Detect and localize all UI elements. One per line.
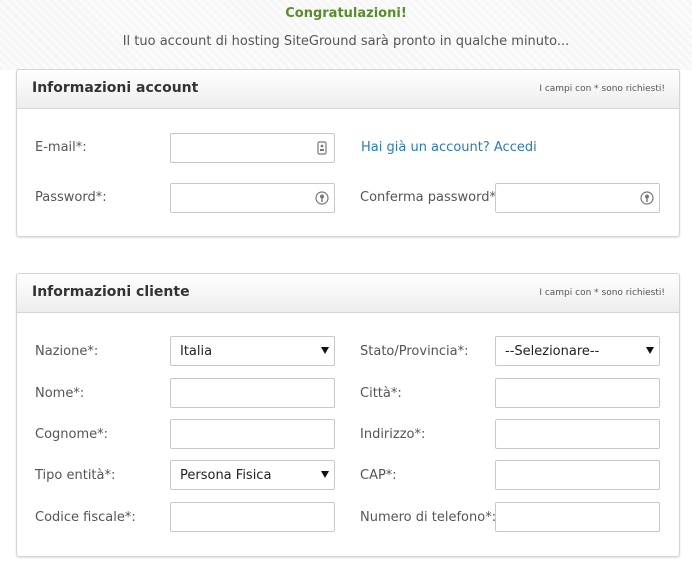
account-ready-message: Il tuo account di hosting SiteGround sar… — [122, 34, 570, 49]
codice-fiscale-label: Codice fiscale*: — [35, 510, 136, 525]
panel-header: Informazioni account I campi con * sono … — [17, 70, 679, 109]
stato-provincia-label: Stato/Provincia*: — [360, 344, 469, 359]
selected-value: --Selezionare-- — [505, 344, 600, 359]
nome-label: Nome*: — [35, 386, 85, 401]
nazione-label: Nazione*: — [35, 344, 99, 359]
cognome-field[interactable] — [170, 419, 335, 449]
stato-provincia-select[interactable]: --Selezionare-- — [495, 336, 660, 366]
confirm-password-label: Conferma password*: — [360, 190, 501, 205]
password-key-icon — [315, 191, 329, 205]
required-fields-note: I campi con * sono richiesti! — [539, 84, 665, 94]
nome-field[interactable] — [170, 378, 335, 408]
selected-value: Italia — [180, 344, 213, 359]
tipo-entita-select[interactable]: Persona Fisica — [170, 460, 335, 490]
cap-field[interactable] — [495, 460, 660, 490]
customer-info-panel: Informazioni cliente I campi con * sono … — [16, 273, 680, 557]
congratulations-title: Congratulazioni! — [285, 6, 407, 21]
indirizzo-label: Indirizzo*: — [360, 427, 426, 442]
indirizzo-field[interactable] — [495, 419, 660, 449]
password-label: Password*: — [35, 190, 107, 205]
panel-title: Informazioni cliente — [32, 284, 190, 300]
password-key-icon — [640, 191, 654, 205]
selected-value: Persona Fisica — [180, 468, 272, 483]
dropdown-arrow-icon — [321, 347, 329, 354]
dropdown-arrow-icon — [321, 471, 329, 478]
account-info-panel: Informazioni account I campi con * sono … — [16, 69, 680, 237]
panel-header: Informazioni cliente I campi con * sono … — [17, 274, 679, 313]
required-fields-note: I campi con * sono richiesti! — [539, 288, 665, 298]
nazione-select[interactable]: Italia — [170, 336, 335, 366]
citta-label: Città*: — [360, 386, 402, 401]
cap-label: CAP*: — [360, 468, 397, 483]
cognome-label: Cognome*: — [35, 427, 109, 442]
password-field[interactable] — [170, 183, 335, 213]
tipo-entita-label: Tipo entità*: — [35, 468, 116, 483]
panel-title: Informazioni account — [32, 80, 199, 96]
confirm-password-field[interactable] — [495, 183, 660, 213]
telefono-field[interactable] — [495, 502, 660, 532]
telefono-label: Numero di telefono*: — [360, 510, 497, 525]
contact-card-icon — [317, 141, 327, 155]
codice-fiscale-field[interactable] — [170, 502, 335, 532]
email-field[interactable] — [170, 133, 335, 163]
citta-field[interactable] — [495, 378, 660, 408]
dropdown-arrow-icon — [646, 347, 654, 354]
email-label: E-mail*: — [35, 140, 87, 155]
login-link[interactable]: Hai già un account? Accedi — [361, 140, 537, 155]
